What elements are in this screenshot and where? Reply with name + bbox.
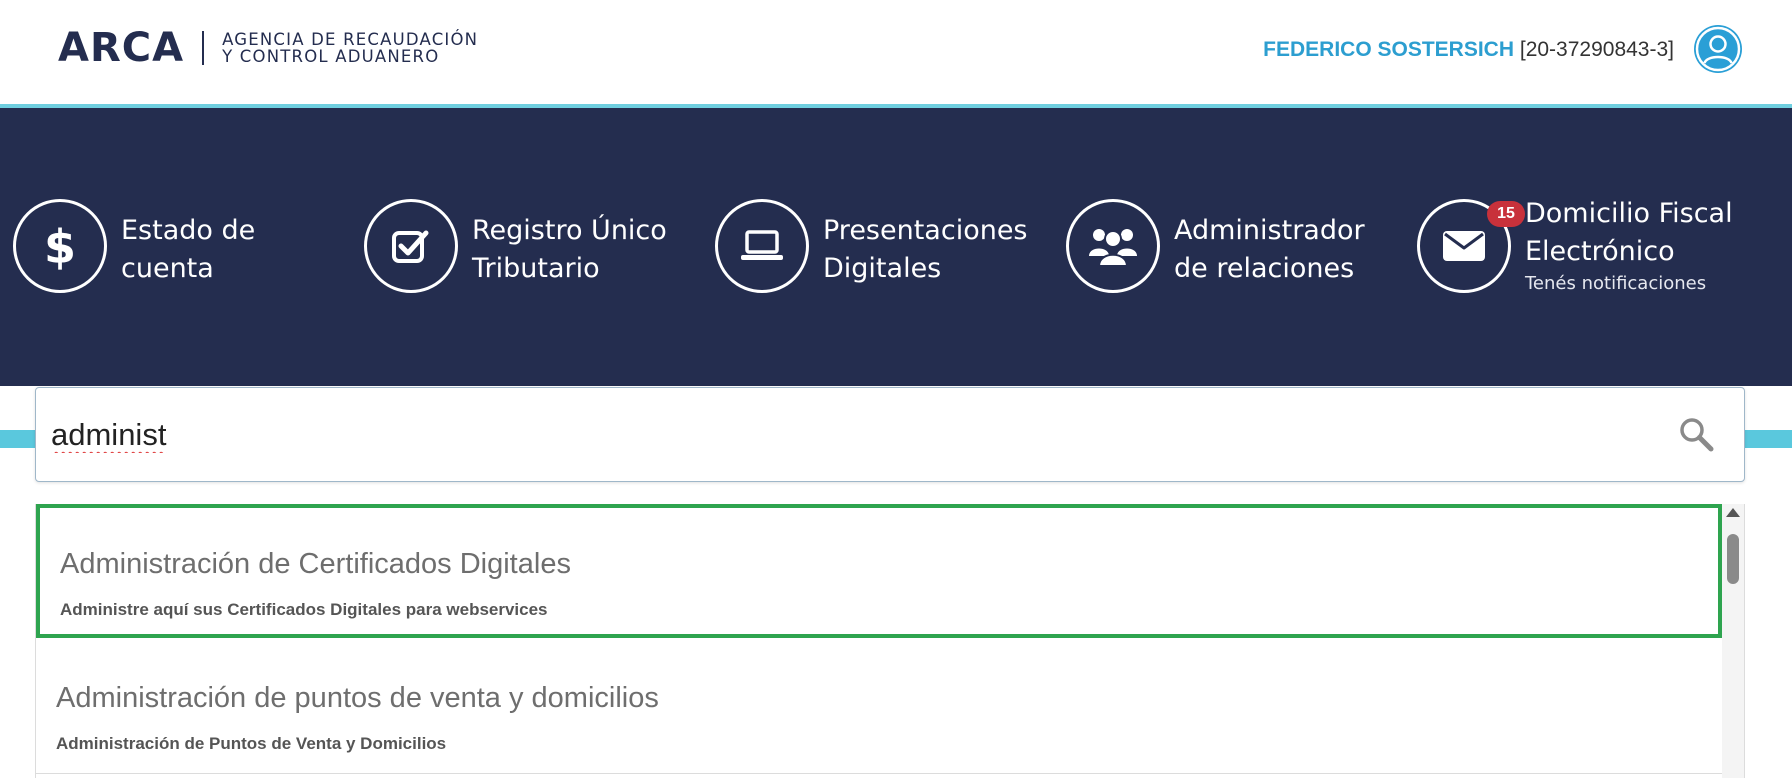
search-icon[interactable] (1676, 414, 1716, 454)
tile-label-line-2: de relaciones (1174, 253, 1355, 284)
user-name: FEDERICO SOSTERSICH (1263, 38, 1515, 61)
user-circle-icon[interactable] (1694, 25, 1742, 73)
laptop-icon (715, 199, 809, 293)
tile-label-line-1: Domicilio Fiscal (1525, 198, 1733, 229)
header: ARCA AGENCIA DE RECAUDACIÓN Y CONTROL AD… (0, 0, 1792, 104)
scroll-up-arrow-icon[interactable] (1726, 508, 1740, 517)
results-scrollbar[interactable] (1722, 504, 1744, 778)
checkbox-icon (364, 199, 458, 293)
tile-label-line-2: Tributario (472, 253, 600, 284)
result-title: Administración de Certificados Digitales (60, 548, 571, 580)
notification-subtext: Tenés notificaciones (1525, 273, 1707, 294)
tile-label-line-2: cuenta (121, 253, 214, 284)
tile-domicilio-fiscal-electronico[interactable]: Domicilio Fiscal Electrónico Tenés notif… (1417, 198, 1733, 309)
tile-label-line-2: Electrónico (1525, 236, 1675, 267)
tile-estado-de-cuenta[interactable]: $ Estado de cuenta (13, 199, 255, 309)
tile-label-line-1: Administrador (1174, 215, 1365, 246)
tile-label-line-1: Registro Único (472, 215, 667, 246)
tile-label-line-1: Presentaciones (823, 215, 1028, 246)
search-box (35, 387, 1745, 482)
search-result-item[interactable]: Administración de Certificados Digitales… (36, 504, 1722, 638)
search-results-dropdown: Administración de Certificados Digitales… (35, 504, 1745, 778)
svg-text:$: $ (44, 220, 76, 273)
search-result-item[interactable]: Administración de puntos de venta y domi… (36, 638, 1722, 774)
arca-logo[interactable]: ARCA AGENCIA DE RECAUDACIÓN Y CONTROL AD… (58, 28, 478, 68)
tile-presentaciones-digitales[interactable]: Presentaciones Digitales (715, 199, 1028, 309)
logo-mark: ARCA (58, 25, 185, 71)
tile-label: Domicilio Fiscal Electrónico Tenés notif… (1525, 195, 1733, 297)
scroll-thumb[interactable] (1727, 534, 1739, 584)
dollar-icon: $ (13, 199, 107, 293)
logo-line-2: Y CONTROL ADUANERO (222, 47, 440, 66)
tile-label: Estado de cuenta (121, 212, 255, 288)
tile-registro-unico-tributario[interactable]: Registro Único Tributario (364, 199, 667, 309)
tile-administrador-de-relaciones[interactable]: Administrador de relaciones (1066, 199, 1365, 309)
result-description: Administración de Puntos de Venta y Domi… (56, 734, 447, 753)
user-info: FEDERICO SOSTERSICH [20-37290843-3] (1263, 38, 1674, 62)
notification-badge: 15 (1487, 201, 1525, 227)
logo-divider (202, 31, 205, 65)
user-cuit: [20-37290843-3] (1519, 38, 1674, 61)
users-icon (1066, 199, 1160, 293)
search-input[interactable] (51, 412, 1611, 458)
result-title: Administración de puntos de venta y domi… (56, 682, 659, 714)
logo-line-1: AGENCIA DE RECAUDACIÓN (222, 30, 479, 49)
tile-label: Administrador de relaciones (1174, 212, 1365, 288)
tile-label: Presentaciones Digitales (823, 212, 1028, 288)
tile-label: Registro Único Tributario (472, 212, 667, 288)
logo-text: AGENCIA DE RECAUDACIÓN Y CONTROL ADUANER… (222, 31, 478, 65)
tile-label-line-1: Estado de (121, 215, 256, 246)
result-description: Administre aquí sus Certificados Digital… (60, 600, 548, 619)
tile-label-line-2: Digitales (823, 253, 942, 284)
